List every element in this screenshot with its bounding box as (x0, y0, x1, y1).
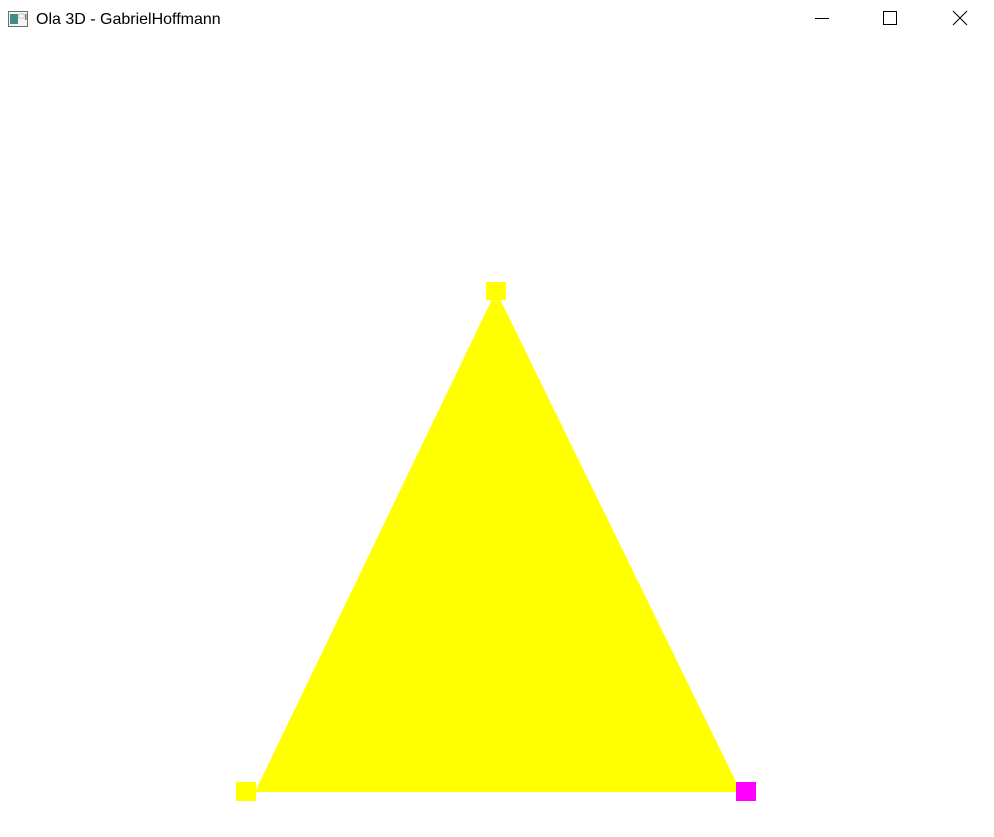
maximize-icon (882, 10, 898, 31)
triangle (255, 291, 741, 792)
app-window: Ola 3D - GabrielHoffmann (0, 0, 994, 837)
render-viewport[interactable] (0, 40, 994, 837)
minimize-button[interactable] (788, 0, 856, 40)
app-window-icon (8, 11, 28, 27)
vertex-marker-bottom-left (236, 782, 256, 801)
window-title: Ola 3D - GabrielHoffmann (36, 11, 221, 28)
title-bar[interactable]: Ola 3D - GabrielHoffmann (0, 0, 994, 40)
vertex-marker-top (486, 282, 506, 300)
minimize-icon (814, 10, 830, 31)
scene-canvas (236, 282, 756, 801)
vertex-marker-bottom-right (736, 782, 756, 801)
close-icon (952, 10, 968, 31)
maximize-button[interactable] (856, 0, 924, 40)
close-button[interactable] (926, 0, 994, 40)
